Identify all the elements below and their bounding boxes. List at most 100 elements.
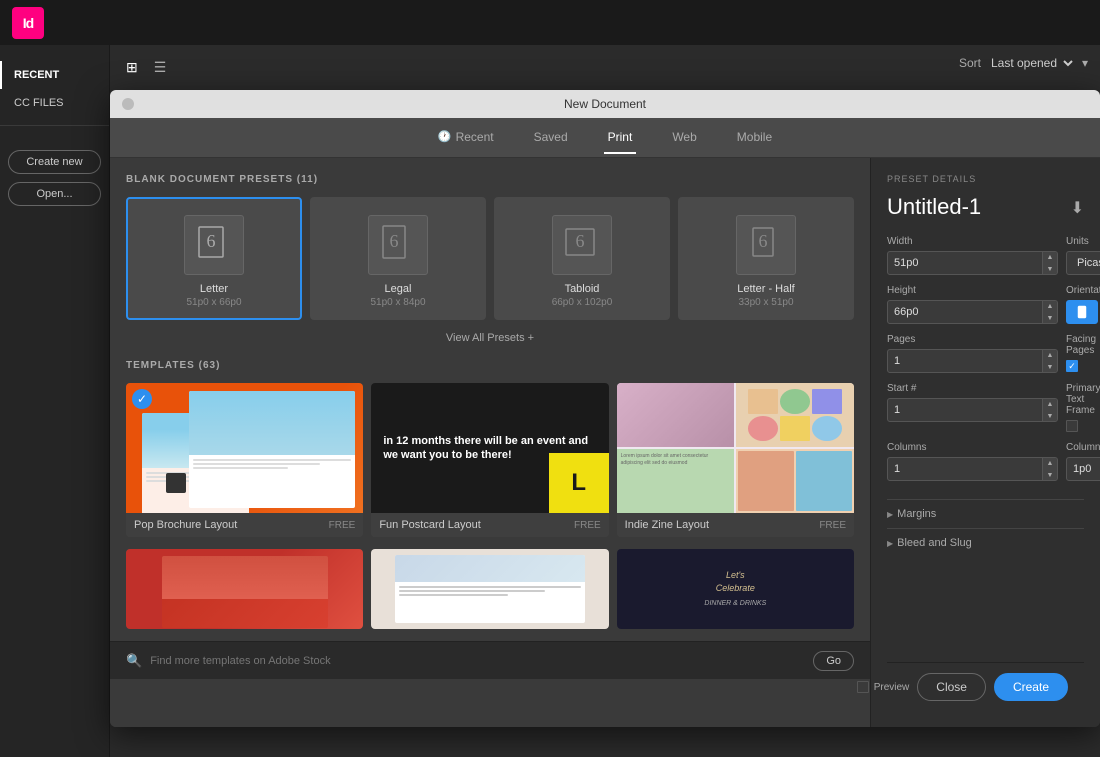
height-label: Height: [887, 285, 1058, 296]
search-input[interactable]: [150, 655, 805, 667]
columns-input[interactable]: [888, 463, 1042, 475]
template-magazine[interactable]: [371, 549, 608, 629]
preset-tabloid-dims: 66p0 x 102p0: [504, 297, 660, 308]
preset-letter-dims: 51p0 x 66p0: [136, 297, 292, 308]
tab-saved[interactable]: Saved: [530, 122, 572, 154]
download-icon[interactable]: ⬇: [1071, 198, 1084, 218]
grid-view-button[interactable]: ⊞: [120, 55, 144, 80]
sort-label: Sort: [959, 56, 981, 70]
tab-recent[interactable]: 🕐 Recent: [434, 122, 498, 154]
view-toolbar: ⊞ ☰: [120, 55, 172, 80]
height-decrement[interactable]: ▼: [1043, 312, 1057, 324]
height-stepper: ▲ ▼: [1042, 300, 1057, 324]
template-flowers-thumb: [126, 549, 363, 629]
pages-input-wrap: ▲ ▼: [887, 349, 1058, 373]
template-dinner[interactable]: Let'sCelebrateDINNER & DRINKS: [617, 549, 854, 629]
zine-cell-2: [736, 383, 854, 447]
start-decrement[interactable]: ▼: [1043, 410, 1057, 422]
sidebar-item-cc-files[interactable]: CC FILES: [0, 89, 109, 117]
orientation-portrait[interactable]: [1066, 300, 1098, 324]
start-input[interactable]: [888, 404, 1042, 416]
dialog-tabs: 🕐 Recent Saved Print Web Mobile: [110, 118, 1100, 158]
bleed-arrow-icon: ▶: [887, 539, 893, 548]
sidebar-item-recent[interactable]: RECENT: [0, 61, 109, 89]
preview-checkbox[interactable]: [857, 681, 869, 693]
template-fun-name: Fun Postcard Layout: [379, 519, 481, 531]
width-input[interactable]: [888, 257, 1042, 269]
fun-accent: L: [549, 453, 609, 513]
template-pop-footer: Pop Brochure Layout FREE: [126, 513, 363, 537]
zine-cell-4: [736, 449, 854, 513]
margins-arrow-icon: ▶: [887, 510, 893, 519]
orientation-wrap: [1066, 300, 1100, 324]
units-select-wrap: Picas Inches Millimeters Centimeters Poi…: [1066, 251, 1100, 275]
tab-mobile[interactable]: Mobile: [733, 122, 776, 154]
width-label: Width: [887, 236, 1058, 247]
preset-letter[interactable]: 6 Letter 51p0 x 66p0: [126, 197, 302, 320]
preset-legal[interactable]: 6 Legal 51p0 x 84p0: [310, 197, 486, 320]
facing-pages-checkbox[interactable]: ✓: [1066, 360, 1078, 372]
units-select[interactable]: Picas Inches Millimeters Centimeters Poi…: [1067, 256, 1100, 270]
width-field-group: Width ▲ ▼: [887, 236, 1058, 275]
preset-legal-name: Legal: [320, 283, 476, 295]
search-go-button[interactable]: Go: [813, 651, 854, 671]
columns-increment[interactable]: ▲: [1043, 457, 1057, 469]
start-increment[interactable]: ▲: [1043, 398, 1057, 410]
template-indie-zine[interactable]: Lorem ipsum dolor sit amet consectetur a…: [617, 383, 854, 537]
width-units-row: Width ▲ ▼ Units Pic: [887, 236, 1084, 275]
preset-tabloid-icon: 6: [552, 215, 612, 275]
template-zine-badge: FREE: [819, 520, 846, 531]
start-field-group: Start # ▲ ▼: [887, 383, 1058, 432]
bleed-header[interactable]: ▶ Bleed and Slug: [887, 537, 1084, 549]
blank-presets-header: BLANK DOCUMENT PRESETS (11): [126, 174, 854, 185]
open-button[interactable]: Open...: [8, 182, 101, 206]
width-increment[interactable]: ▲: [1043, 251, 1057, 263]
template-pop-badge: FREE: [329, 520, 356, 531]
tab-web[interactable]: Web: [668, 122, 700, 154]
height-increment[interactable]: ▲: [1043, 300, 1057, 312]
svg-text:6: 6: [576, 231, 585, 251]
preset-letter-name: Letter: [136, 283, 292, 295]
height-input[interactable]: [888, 306, 1042, 318]
pages-input[interactable]: [888, 355, 1042, 367]
create-button[interactable]: Create: [994, 673, 1068, 701]
preset-letter-half[interactable]: 6 Letter - Half 33p0 x 51p0: [678, 197, 854, 320]
templates-grid: ✓ Pop Brochure Layout FREE in 12 months …: [126, 383, 854, 537]
pages-decrement[interactable]: ▼: [1043, 361, 1057, 373]
margins-header[interactable]: ▶ Margins: [887, 508, 1084, 520]
template-selected-checkmark: ✓: [132, 389, 152, 409]
width-stepper: ▲ ▼: [1042, 251, 1057, 275]
width-decrement[interactable]: ▼: [1043, 263, 1057, 275]
create-new-button[interactable]: Create new: [8, 150, 101, 174]
columns-input-wrap: ▲ ▼: [887, 457, 1058, 481]
template-pop-brochure-thumb: ✓: [126, 383, 363, 513]
template-flowers[interactable]: [126, 549, 363, 629]
search-bar: 🔍 Go: [110, 641, 870, 679]
preset-tabloid[interactable]: 6 Tabloid 66p0 x 102p0: [494, 197, 670, 320]
view-all-presets-link[interactable]: View All Presets +: [126, 332, 854, 344]
margins-label: Margins: [897, 508, 936, 520]
orientation-label: Orientation: [1066, 285, 1100, 296]
tab-print[interactable]: Print: [604, 122, 637, 154]
units-field-group: Units Picas Inches Millimeters Centimete…: [1066, 236, 1100, 275]
sort-arrow-icon: ▾: [1082, 56, 1088, 70]
template-pop-brochure[interactable]: ✓ Pop Brochure Layout FREE: [126, 383, 363, 537]
template-zine-name: Indie Zine Layout: [625, 519, 709, 531]
preset-letter-half-name: Letter - Half: [688, 283, 844, 295]
gutter-input[interactable]: [1067, 463, 1100, 475]
close-button[interactable]: Close: [917, 673, 986, 701]
dialog-close-circle-button[interactable]: [122, 98, 134, 110]
preset-legal-icon: 6: [368, 215, 428, 275]
height-field-group: Height ▲ ▼: [887, 285, 1058, 324]
templates-row2: Let'sCelebrateDINNER & DRINKS: [126, 549, 854, 629]
template-zine-thumb: Lorem ipsum dolor sit amet consectetur a…: [617, 383, 854, 513]
template-fun-postcard[interactable]: in 12 months there will be an event and …: [371, 383, 608, 537]
preset-panel: PRESET DETAILS Untitled-1 ⬇ Width ▲ ▼: [870, 158, 1100, 727]
primary-text-checkbox[interactable]: [1066, 420, 1078, 432]
sort-select[interactable]: Last opened Name Date created: [987, 55, 1076, 71]
pages-stepper: ▲ ▼: [1042, 349, 1057, 373]
pages-increment[interactable]: ▲: [1043, 349, 1057, 361]
list-view-button[interactable]: ☰: [148, 55, 173, 80]
columns-decrement[interactable]: ▼: [1043, 469, 1057, 481]
search-icon: 🔍: [126, 653, 142, 669]
